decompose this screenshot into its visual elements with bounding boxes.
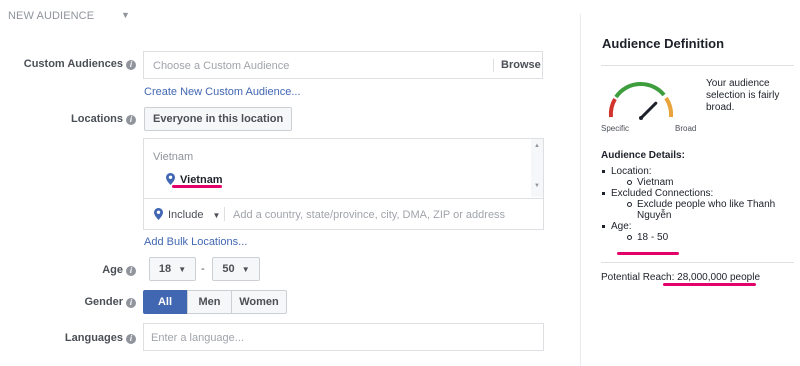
potential-reach: Potential Reach: 28,000,000 people (601, 272, 761, 283)
age-max-dropdown[interactable]: 50 ▼ (212, 257, 260, 281)
gauge-broad-label: Broad (675, 124, 697, 133)
gender-men-button[interactable]: Men (187, 290, 232, 314)
locations-label: Locations i (6, 113, 136, 125)
gauge-specific-label: Specific (601, 124, 630, 133)
location-search-row: Include ▼ Add a country, state/province,… (144, 200, 543, 229)
list-item: 18 - 50 (611, 232, 792, 243)
audience-definition-panel: Audience Definition Specific Broad Your … (580, 14, 795, 366)
locations-panel: Vietnam Vietnam ▲ ▼ Include ▼ Add a coun… (143, 138, 544, 230)
annotation-underline (663, 283, 756, 286)
help-icon[interactable]: i (126, 266, 136, 276)
age-label: Age i (6, 264, 136, 276)
gender-women-button[interactable]: Women (231, 290, 287, 314)
chevron-down-icon: ▼ (178, 265, 187, 274)
browse-button[interactable]: Browse (501, 59, 541, 71)
map-pin-icon (154, 208, 163, 223)
create-custom-audience-link[interactable]: Create New Custom Audience... (144, 86, 301, 98)
age-min-dropdown[interactable]: 18 ▼ (149, 257, 196, 281)
location-search-input[interactable]: Add a country, state/province, city, DMA… (233, 209, 505, 221)
language-placeholder: Enter a language... (151, 332, 244, 344)
custom-audience-placeholder: Choose a Custom Audience (153, 60, 290, 72)
help-icon[interactable]: i (126, 334, 136, 344)
list-item: Vietnam (611, 177, 792, 188)
divider (601, 262, 794, 263)
divider (493, 59, 494, 72)
scroll-up-icon[interactable]: ▲ (534, 143, 540, 149)
list-item: Location: Vietnam (597, 166, 792, 188)
selected-locations-list: Vietnam Vietnam ▲ ▼ (144, 139, 543, 199)
gender-all-button[interactable]: All (143, 290, 187, 314)
include-dropdown[interactable]: Include ▼ (168, 209, 220, 221)
divider (224, 207, 225, 221)
gender-label: Gender i (6, 296, 136, 308)
language-input[interactable]: Enter a language... (143, 323, 544, 351)
annotation-underline (617, 252, 679, 255)
chevron-down-icon: ▼ (212, 211, 221, 220)
divider (601, 65, 794, 66)
chevron-down-icon: ▼ (241, 265, 250, 274)
annotation-underline (172, 185, 222, 188)
audience-gauge (603, 76, 679, 129)
audience-description: Your audience selection is fairly broad. (706, 78, 780, 113)
scroll-down-icon[interactable]: ▼ (534, 183, 540, 189)
list-item: Excluded Connections: Exclude people who… (597, 188, 792, 221)
location-group-title: Vietnam (153, 151, 194, 163)
location-type-dropdown[interactable]: Everyone in this location ▼ (144, 107, 292, 146)
audience-definition-title: Audience Definition (602, 36, 725, 51)
help-icon[interactable]: i (126, 60, 136, 70)
list-item: Age: 18 - 50 (597, 221, 792, 243)
help-icon[interactable]: i (126, 115, 136, 125)
scrollbar[interactable]: ▲ ▼ (531, 139, 543, 197)
audience-details-title: Audience Details: (601, 150, 685, 161)
age-separator: - (201, 263, 205, 275)
chevron-down-icon[interactable]: ▼ (121, 10, 130, 20)
audience-title: NEW AUDIENCE (8, 10, 95, 22)
custom-audience-input[interactable]: Choose a Custom Audience Browse (143, 51, 543, 79)
languages-label: Languages i (6, 332, 136, 344)
custom-audiences-label: Custom Audiences i (6, 58, 136, 70)
add-bulk-locations-link[interactable]: Add Bulk Locations... (144, 236, 247, 248)
audience-details-list: Location: Vietnam Excluded Connections: … (597, 166, 792, 243)
help-icon[interactable]: i (126, 298, 136, 308)
list-item: Exclude people who like Thanh Nguyễn (611, 199, 792, 221)
